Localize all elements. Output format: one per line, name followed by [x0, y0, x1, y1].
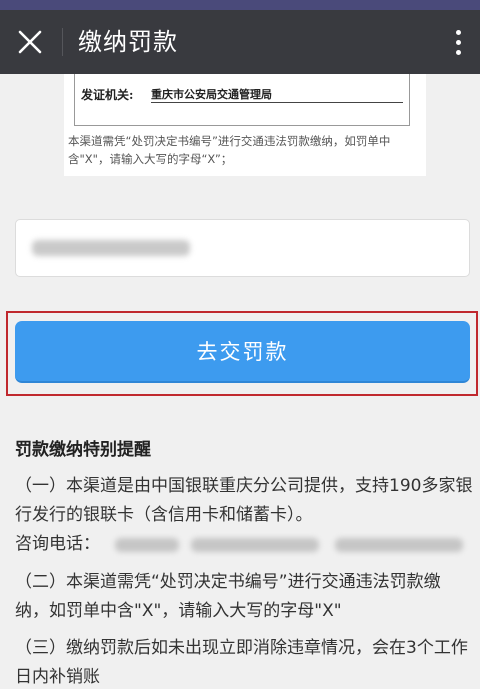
decision-number-input[interactable]: ●●●●●●●●●●●●●●● [15, 219, 470, 277]
blurred-phone-2 [191, 538, 319, 552]
more-button[interactable] [440, 20, 476, 64]
close-icon [18, 30, 42, 54]
top-bar: 缴纳罚款 [0, 10, 480, 74]
blurred-phone-3 [335, 538, 463, 552]
phone-label: 咨询电话： [15, 534, 100, 554]
page-title: 缴纳罚款 [78, 28, 178, 56]
pay-fine-button[interactable]: 去交罚款 [15, 321, 470, 383]
status-bar [0, 0, 480, 10]
blurred-phone-1 [115, 538, 179, 552]
notice-item-2: （二）本渠道需凭“处罚决定书编号”进行交通违法罚款缴纳，如罚单中含"X"，请输入… [15, 572, 441, 621]
notice-item-1-text: （一）本渠道是由中国银联重庆分公司提供，支持190多家银行发行的银联卡（含信用卡… [15, 476, 473, 525]
notice-item-3: （三）缴纳罚款后如未出现立即消除违章情况，会在3个工作日内补销账 [15, 638, 468, 687]
close-button[interactable] [10, 20, 50, 64]
issuer-label: 发证机关: [81, 88, 134, 102]
sample-ticket-image: 发证机关: 重庆市公安局交通管理局 本渠道需凭“处罚决定书编号”进行交通违法罚款… [64, 74, 426, 176]
ticket-document: 发证机关: 重庆市公安局交通管理局 [74, 74, 410, 126]
header-divider [62, 28, 63, 56]
sample-note: 本渠道需凭“处罚决定书编号”进行交通违法罚款缴纳，如罚单中含"X"，请输入大写的… [68, 134, 391, 166]
notice-title: 罚款缴纳特别提醒 [15, 440, 151, 460]
notice-section: 罚款缴纳特别提醒 （一）本渠道是由中国银联重庆分公司提供，支持190多家银行发行… [15, 436, 473, 687]
blurred-input-value [32, 240, 190, 256]
issuer-value: 重庆市公安局交通管理局 [151, 88, 272, 101]
issuer-underline [151, 102, 403, 103]
notice-item-1: （一）本渠道是由中国银联重庆分公司提供，支持190多家银行发行的银联卡（含信用卡… [15, 472, 473, 559]
phone-row: 咨询电话： [15, 530, 473, 559]
